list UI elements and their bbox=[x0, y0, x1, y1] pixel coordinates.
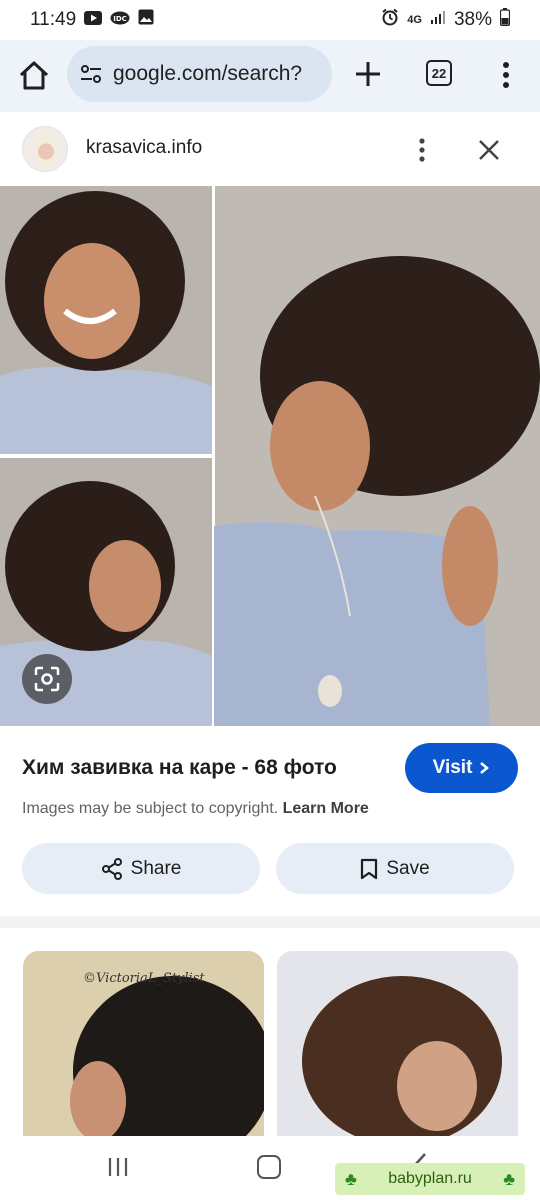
copyright-notice: Images may be subject to copyright. Lear… bbox=[22, 800, 369, 818]
home-button[interactable] bbox=[16, 58, 52, 94]
close-icon bbox=[479, 140, 499, 160]
address-bar[interactable]: google.com/search? bbox=[67, 46, 332, 102]
site-name[interactable]: krasavica.info bbox=[86, 137, 202, 159]
battery-percent: 38% bbox=[453, 9, 492, 30]
section-divider bbox=[0, 916, 540, 928]
source-header: krasavica.info bbox=[0, 113, 540, 186]
related-image-2[interactable] bbox=[277, 951, 518, 1136]
chevron-right-icon bbox=[480, 762, 490, 774]
status-left: 11:49 IDC bbox=[30, 9, 154, 31]
share-label: Share bbox=[130, 857, 182, 879]
url-text[interactable]: google.com/search? bbox=[113, 62, 302, 86]
tune-icon[interactable] bbox=[79, 62, 103, 86]
battery-icon bbox=[499, 8, 511, 32]
share-icon bbox=[101, 857, 122, 880]
clover-icon: ♣ bbox=[503, 1168, 515, 1189]
idc-icon: IDC bbox=[110, 9, 130, 31]
new-tab-button[interactable] bbox=[354, 60, 382, 88]
lens-icon bbox=[34, 666, 60, 692]
youtube-icon bbox=[84, 9, 103, 31]
site-favicon bbox=[22, 126, 68, 172]
recent-apps-button[interactable] bbox=[107, 1156, 129, 1178]
share-button[interactable]: Share bbox=[22, 843, 260, 894]
tab-count: 22 bbox=[431, 65, 447, 81]
watermark-text: babyplan.ru bbox=[388, 1170, 472, 1187]
main-image[interactable] bbox=[0, 186, 540, 726]
status-time: 11:49 bbox=[30, 9, 77, 30]
status-right: 4G 38% bbox=[381, 8, 511, 32]
save-label: Save bbox=[386, 857, 430, 879]
alarm-icon bbox=[381, 8, 399, 32]
close-button[interactable] bbox=[476, 137, 502, 163]
recent-apps-icon bbox=[108, 1158, 128, 1176]
browser-menu-button[interactable] bbox=[496, 60, 516, 90]
bookmark-icon bbox=[361, 858, 378, 879]
signal-icon bbox=[430, 9, 446, 31]
tab-switcher-button[interactable]: 22 bbox=[426, 60, 452, 86]
lens-button[interactable] bbox=[22, 654, 72, 704]
network-label: 4G bbox=[407, 14, 422, 26]
learn-more-link[interactable]: Learn More bbox=[283, 800, 369, 817]
browser-toolbar: google.com/search? 22 bbox=[0, 40, 540, 112]
visit-button[interactable]: Visit bbox=[405, 743, 518, 793]
home-icon bbox=[19, 61, 49, 90]
save-button[interactable]: Save bbox=[276, 843, 514, 894]
plus-icon bbox=[356, 62, 380, 86]
visit-label: Visit bbox=[432, 757, 473, 778]
result-title: Хим завивка на каре - 68 фото bbox=[22, 756, 337, 779]
thumb-caption: ©VictoriaL_Stylist bbox=[83, 971, 205, 986]
svg-text:IDC: IDC bbox=[113, 15, 127, 23]
related-image-1[interactable]: ©VictoriaL_Stylist bbox=[23, 951, 264, 1136]
status-bar: 11:49 IDC 4G 38% bbox=[0, 0, 540, 40]
source-more-button[interactable] bbox=[414, 137, 430, 163]
clover-icon: ♣ bbox=[345, 1168, 357, 1189]
gallery-icon bbox=[138, 9, 154, 31]
more-vert-icon bbox=[419, 138, 425, 162]
watermark: ♣ babyplan.ru ♣ bbox=[335, 1163, 525, 1195]
system-home-button[interactable] bbox=[257, 1155, 281, 1179]
copyright-text: Images may be subject to copyright. bbox=[22, 800, 279, 817]
more-vert-icon bbox=[503, 62, 509, 88]
